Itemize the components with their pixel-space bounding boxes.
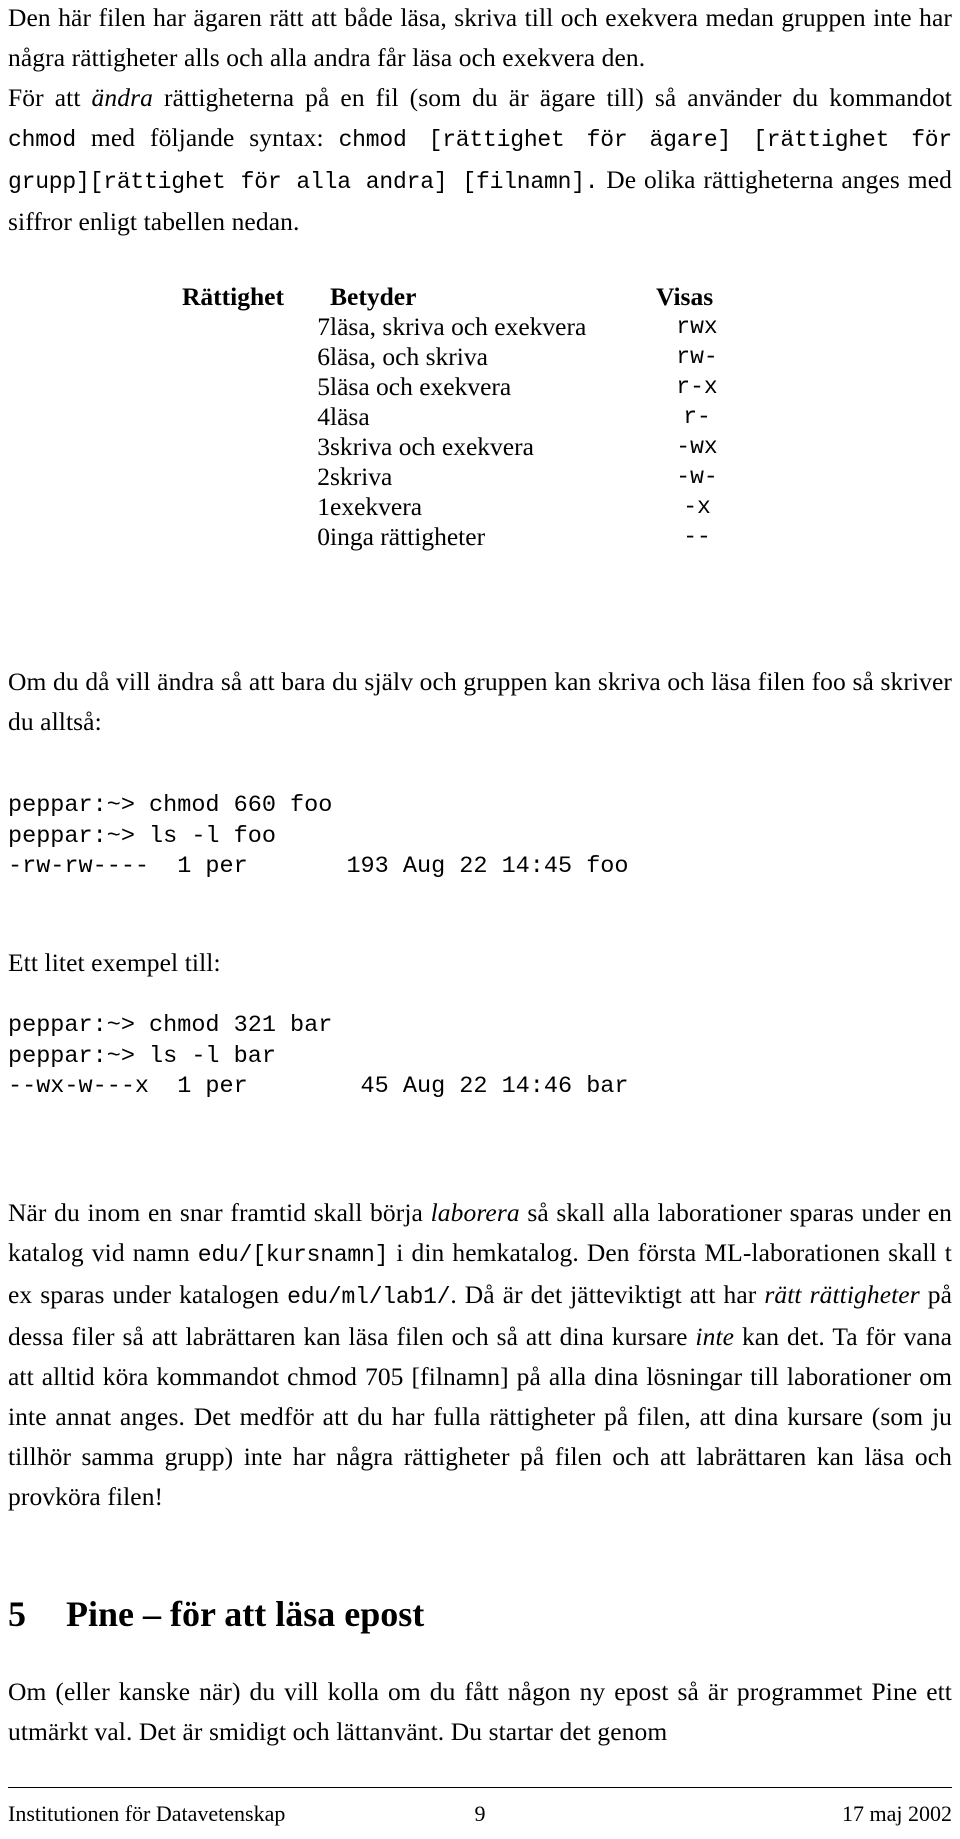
cell-meaning: läsa, skriva och exekvera [330,312,587,341]
permissions-table-head: Rättighet Betyder Visas [168,282,752,312]
cell-shown: rwx [676,314,718,340]
paragraph-text: Om du då vill ändra så att bara du själv… [8,667,952,736]
cell-value: 3 [317,432,330,461]
paragraph-foo-example-intro: Om du då vill ändra så att bara du själv… [8,662,952,742]
column-header-betyder: Betyder [330,282,417,311]
text-run-1: När du inom en snar framtid skall börja [8,1198,431,1227]
paragraph-text: Ett litet exempel till: [8,948,221,977]
cell-shown: -- [683,524,711,550]
table-row: 3 skriva och exekvera -wx [168,432,752,462]
cell-value: 7 [317,312,330,341]
cell-meaning: läsa [330,402,370,431]
footer-divider [8,1787,952,1789]
cell-value: 1 [317,492,330,521]
terminal-line: -rw-rw---- 1 per 193 Aug 22 14:45 foo [8,853,629,880]
cell-shown: rw- [676,344,718,370]
paragraph-pine-intro: Om (eller kanske när) du vill kolla om d… [8,1672,952,1752]
emphasis-laborera: laborera [430,1198,520,1227]
section-number: 5 [8,1593,26,1634]
cell-meaning: exekvera [330,492,423,521]
emphasis-inte: inte [695,1322,735,1351]
paragraph-text: Den här filen har ägaren rätt att både l… [8,3,952,72]
cell-shown: -wx [676,434,718,460]
terminal-line: peppar:~> ls -l bar [8,1042,276,1070]
cell-value: 4 [317,402,330,431]
table-header-row: Rättighet Betyder Visas [168,282,752,312]
terminal-line: peppar:~> chmod 660 foo [8,792,333,819]
permissions-table-container: Rättighet Betyder Visas 7 läsa, skriva o… [168,282,752,552]
section-heading-pine: 5 Pine – för att läsa epost [8,1591,424,1637]
cell-meaning: skriva och exekvera [330,432,534,461]
table-row: 5 läsa och exekvera r-x [168,372,752,402]
cell-meaning: skriva [330,462,393,491]
code-edu-ml-lab1: edu/ml/lab1/ [287,1284,451,1310]
section-title: Pine – för att läsa epost [66,1593,425,1634]
column-header-rattighet: Rättighet [182,282,284,311]
cell-value: 2 [317,462,330,491]
emphasis-ratt-rattigheter: rätt rättigheter [764,1280,920,1309]
text-run-3: med följande syntax: [76,123,339,152]
cell-shown: r-x [676,374,718,400]
table-row: 6 läsa, och skriva rw- [168,342,752,372]
terminal-line: peppar:~> chmod 321 bar [8,1012,333,1039]
paragraph-text: Om (eller kanske när) du vill kolla om d… [8,1677,952,1746]
paragraph-chmod-syntax: För att ändra rättigheterna på en fil (s… [8,78,952,242]
cell-meaning: inga rättigheter [330,522,486,551]
cell-meaning: läsa och exekvera [330,372,512,401]
cell-shown: -x [683,494,711,520]
terminal-line: peppar:~> ls -l foo [8,822,276,850]
cell-value: 6 [317,342,330,371]
table-row: 7 läsa, skriva och exekvera rwx [168,312,752,342]
cell-shown: r- [683,404,711,430]
permissions-table: Rättighet Betyder Visas 7 läsa, skriva o… [168,282,752,552]
text-run-2: rättigheterna på en fil (som du är ägare… [152,83,952,112]
terminal-example-bar: peppar:~> chmod 321 bar peppar:~> ls -l b… [8,1011,629,1103]
paragraph-lab-directories: När du inom en snar framtid skall börja … [8,1193,952,1517]
terminal-example-foo: peppar:~> chmod 660 foo peppar:~> ls -l f… [8,791,629,883]
code-chmod: chmod [8,127,77,153]
footer-date: 17 maj 2002 [842,1801,952,1826]
table-row: 2 skriva -w- [168,462,752,492]
code-edu-kursnamn: edu/[kursnamn] [197,1242,389,1268]
cell-shown: -w- [676,464,718,490]
document-page: Den här filen har ägaren rätt att både l… [0,0,960,1839]
column-header-visas: Visas [656,282,714,311]
text-run-1: För att [8,83,92,112]
table-row: 4 läsa r- [168,402,752,432]
permissions-table-body: 7 läsa, skriva och exekvera rwx 6 läsa, … [168,312,752,552]
cell-value: 0 [317,522,330,551]
cell-value: 5 [317,372,330,401]
paragraph-file-permissions-intro: Den här filen har ägaren rätt att både l… [8,0,952,78]
cell-meaning: läsa, och skriva [330,342,488,371]
footer-institution: Institutionen för Datavetenskap [8,1801,286,1826]
table-row: 0 inga rättigheter -- [168,522,752,552]
emphasis-andra: ändra [91,83,153,112]
paragraph-second-example-label: Ett litet exempel till: [8,943,952,983]
text-run-4: . Då är det jätteviktigt att har [450,1280,765,1309]
table-row: 1 exekvera -x [168,492,752,522]
terminal-line: --wx-w---x 1 per 45 Aug 22 14:46 bar [8,1073,629,1100]
